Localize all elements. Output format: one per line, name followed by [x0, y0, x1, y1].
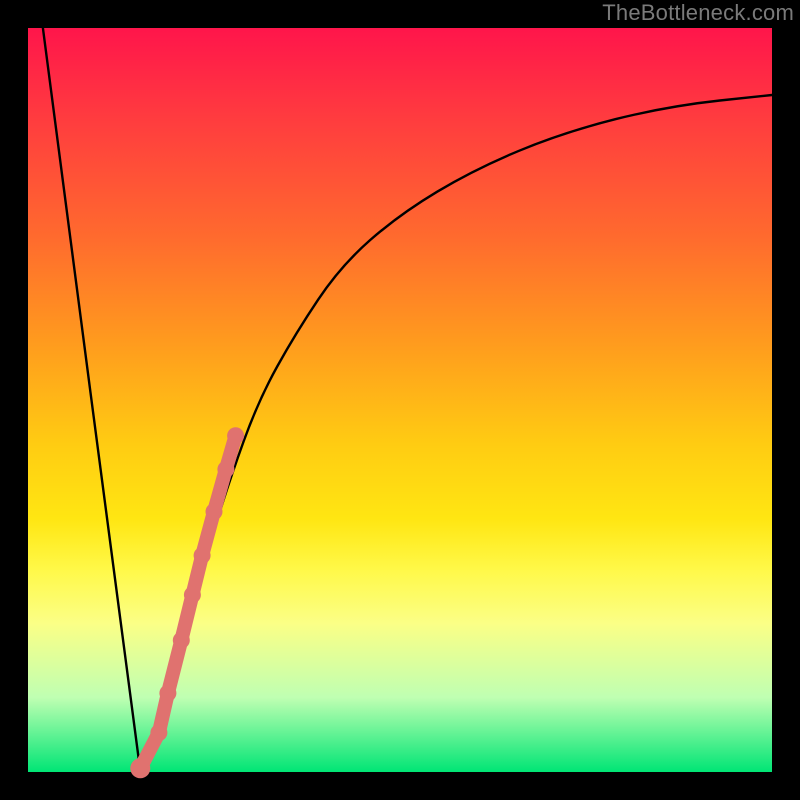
marker-dot — [184, 586, 201, 603]
watermark-text: TheBottleneck.com — [602, 0, 794, 26]
plot-area — [28, 28, 772, 772]
bottleneck-curve-path — [43, 28, 772, 764]
chart-frame: TheBottleneck.com — [0, 0, 800, 800]
marker-dot — [194, 547, 211, 564]
curve-group — [43, 28, 772, 764]
marker-dot — [227, 427, 244, 444]
marker-dot — [150, 724, 167, 741]
marker-group — [130, 427, 244, 778]
chart-svg — [28, 28, 772, 772]
marker-dot — [217, 461, 234, 478]
marker-dot — [206, 503, 223, 520]
marker-dot — [159, 685, 176, 702]
marker-dot — [130, 758, 150, 778]
marker-dot — [173, 632, 190, 649]
